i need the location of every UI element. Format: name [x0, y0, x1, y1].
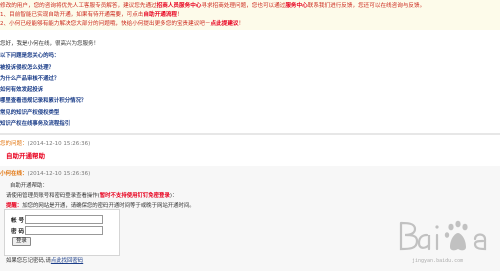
- speaker-label: 小何在线：: [0, 171, 28, 177]
- self-open-link[interactable]: 自助开通流程: [143, 12, 177, 18]
- bot-answer-block: 小何在线：(2014-12-10 15:26:36) 自助开通帮助： 请使用管理…: [0, 166, 500, 271]
- answer-reminder: 提醒：加您的网站是开通，请确保您的密码开通时间等于或晚于网站开通时间。: [6, 201, 195, 209]
- account-label: 帐 号: [11, 217, 25, 224]
- answer-instruction: 请使用管理员账号和密码登录查看操作(暂时不支持使用钉钉免密登录)：: [6, 191, 177, 199]
- notice-highlight[interactable]: 服务中心: [285, 3, 307, 9]
- notice-line-3: 2、小何已经能够有能力解决您大部分的问题哦，快给小何提出更多您的宝贵建议吧－点此…: [0, 19, 244, 27]
- user-question-header: 您的问题：(2014-12-10 15:26:36): [0, 139, 90, 147]
- password-input[interactable]: [25, 226, 103, 235]
- question-link[interactable]: 为什么产品审核不通过？: [0, 74, 59, 82]
- forgot-password-line: 如果您忘记密码,请点此找回密码: [6, 256, 83, 264]
- timestamp: (2014-12-10 15:26:36): [27, 171, 91, 177]
- login-form: 帐 号 密 码 登录: [4, 209, 120, 256]
- question-link[interactable]: 知识产权在线事务及流程指引: [0, 119, 70, 127]
- watermark-url: jingyan.baidu.com: [412, 258, 464, 264]
- chat-panel: 您好，我是小何在线，很高兴为您服务！ 以下问题是您关心的吗： 被投诉侵权怎么处理…: [0, 30, 500, 133]
- answer-title: 自助开通帮助：: [10, 183, 48, 189]
- notice-text: 联系我们进行反馈，您还可以在线咨询与反馈。: [307, 3, 426, 9]
- instruction-text: 请使用管理员账号和密码登录查看操作(: [6, 193, 100, 199]
- question-link[interactable]: 如何有效发起投诉: [0, 85, 43, 93]
- divider: [0, 133, 500, 135]
- password-label: 密 码: [11, 228, 25, 235]
- question-link[interactable]: 常见的知识产权侵权类型: [0, 108, 59, 116]
- suggestion-link[interactable]: 点此提建议: [211, 21, 239, 27]
- notice-highlight[interactable]: 招商人员服务中心: [157, 3, 202, 9]
- bot-answer-header: 小何在线：(2014-12-10 15:26:36): [0, 169, 90, 177]
- question-link[interactable]: 被投诉侵权怎么处理？: [0, 63, 54, 71]
- password-row: 密 码: [11, 226, 103, 235]
- notice-text: 2、小何已经能够有能力解决您大部分的问题哦，快给小何提出更多您的宝贵建议吧－: [0, 21, 211, 27]
- greeting-text: 您好，我是小何在线，很高兴为您服务！: [0, 41, 100, 47]
- user-question-text: 自助开通帮助: [6, 152, 45, 160]
- user-question-block: 您的问题：(2014-12-10 15:26:36) 自助开通帮助: [0, 136, 500, 166]
- notice-text: 1、目前智能已实现自助开通，如果有待开通需要，可点击: [0, 12, 144, 18]
- notice-text: 寻求招商处理问题，您也可以通过: [201, 3, 286, 9]
- speaker-label: 您的问题：: [0, 141, 28, 147]
- notice-line-1: 修改的用户，您的咨询将优先人工客服专员解答，建议您先通过招商人员服务中心寻求招商…: [0, 1, 425, 9]
- notice-text: ！: [238, 21, 245, 27]
- instruction-warning: 暂时不支持使用钉钉免密登录: [99, 193, 170, 199]
- forgot-text: 如果您忘记密码,请: [6, 258, 51, 264]
- timestamp: (2014-12-10 15:26:36): [27, 141, 91, 147]
- account-input[interactable]: [25, 215, 103, 224]
- notice-text: 修改的用户，您的咨询将优先人工客服专员解答，建议您先通过: [0, 3, 157, 9]
- account-row: 帐 号: [11, 215, 103, 224]
- notice-panel: 修改的用户，您的咨询将优先人工客服专员解答，建议您先通过招商人员服务中心寻求招商…: [0, 0, 500, 31]
- notice-text: ！: [176, 12, 183, 18]
- login-button[interactable]: 登录: [12, 237, 31, 246]
- question-list-heading: 以下问题是您关心的吗：: [0, 53, 60, 59]
- notice-line-2: 1、目前智能已实现自助开通，如果有待开通需要，可点击自助开通流程！: [0, 10, 183, 18]
- question-link[interactable]: 哪里查看违规记录和累计积分情况？: [0, 96, 86, 104]
- forgot-password-link[interactable]: 点此找回密码: [51, 258, 83, 264]
- greeting: 您好，我是小何在线，很高兴为您服务！: [0, 39, 99, 47]
- instruction-text: )：: [169, 193, 178, 199]
